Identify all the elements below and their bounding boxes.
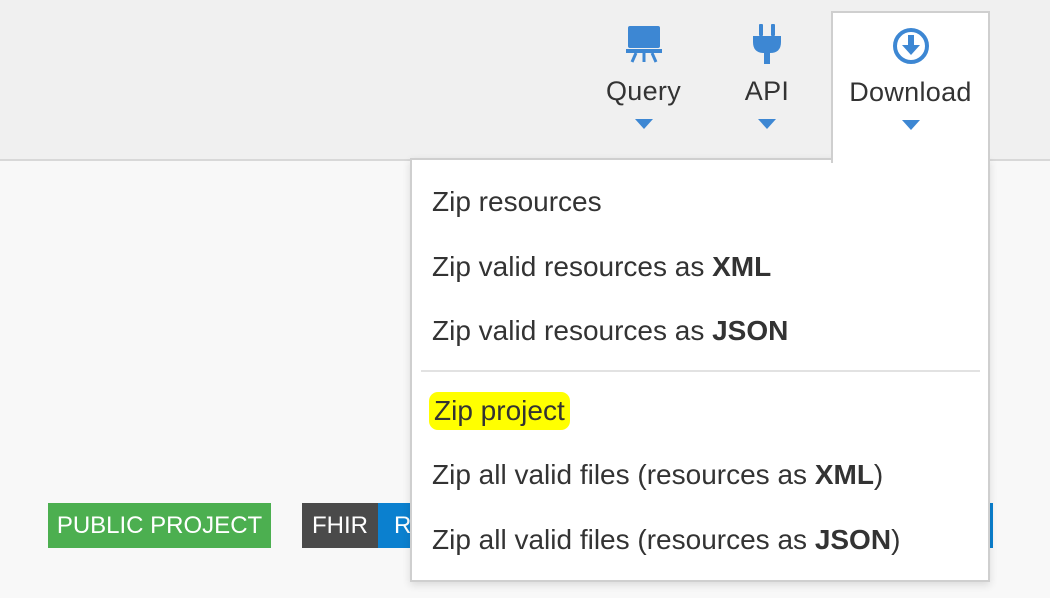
menu-item-zip-valid-xml[interactable]: Zip valid resources as XML xyxy=(432,241,771,293)
monitor-icon xyxy=(625,20,662,64)
menu-item-label: Zip all valid files (resources as xyxy=(432,459,815,490)
download-circle-icon xyxy=(892,21,930,65)
fhir-release-badge: R xyxy=(378,503,410,548)
menu-item-label: Zip valid resources as xyxy=(432,315,713,346)
menu-item-suffix: ) xyxy=(873,459,884,490)
nav-query-label: Query xyxy=(605,76,682,106)
fhir-badge: FHIR xyxy=(302,503,378,548)
download-dropdown-menu: Zip resources Zip valid resources as XML… xyxy=(410,158,990,582)
chevron-down-icon xyxy=(901,120,920,130)
menu-item-zip-all-json[interactable]: Zip all valid files (resources as JSON) xyxy=(432,514,900,566)
menu-item-format: JSON xyxy=(712,315,789,346)
menu-item-format: XML xyxy=(814,459,874,490)
menu-item-zip-project[interactable]: Zip project xyxy=(432,385,567,437)
menu-item-label: Zip resources xyxy=(432,186,602,217)
chevron-down-icon xyxy=(758,119,776,129)
menu-item-zip-valid-json[interactable]: Zip valid resources as JSON xyxy=(432,305,788,357)
menu-item-format: XML xyxy=(712,251,772,282)
nav-api-label: API xyxy=(744,76,790,106)
menu-item-suffix: ) xyxy=(891,524,901,555)
nav-query[interactable]: Query xyxy=(595,10,692,161)
menu-item-zip-resources[interactable]: Zip resources xyxy=(432,176,602,228)
menu-item-zip-all-xml[interactable]: Zip all valid files (resources as XML) xyxy=(432,449,883,501)
chevron-down-icon xyxy=(634,119,653,129)
public-project-badge: PUBLIC PROJECT xyxy=(48,503,271,548)
menu-item-label: Zip all valid files (resources as xyxy=(432,524,815,555)
plug-icon xyxy=(751,20,783,64)
nav-download[interactable]: Download xyxy=(831,11,990,163)
menu-divider xyxy=(421,370,980,372)
nav-download-label: Download xyxy=(849,77,972,107)
menu-item-label: Zip project xyxy=(432,395,567,427)
menu-item-format: JSON xyxy=(814,524,892,555)
nav-api[interactable]: API xyxy=(728,10,806,161)
menu-item-label: Zip valid resources as xyxy=(432,251,713,282)
